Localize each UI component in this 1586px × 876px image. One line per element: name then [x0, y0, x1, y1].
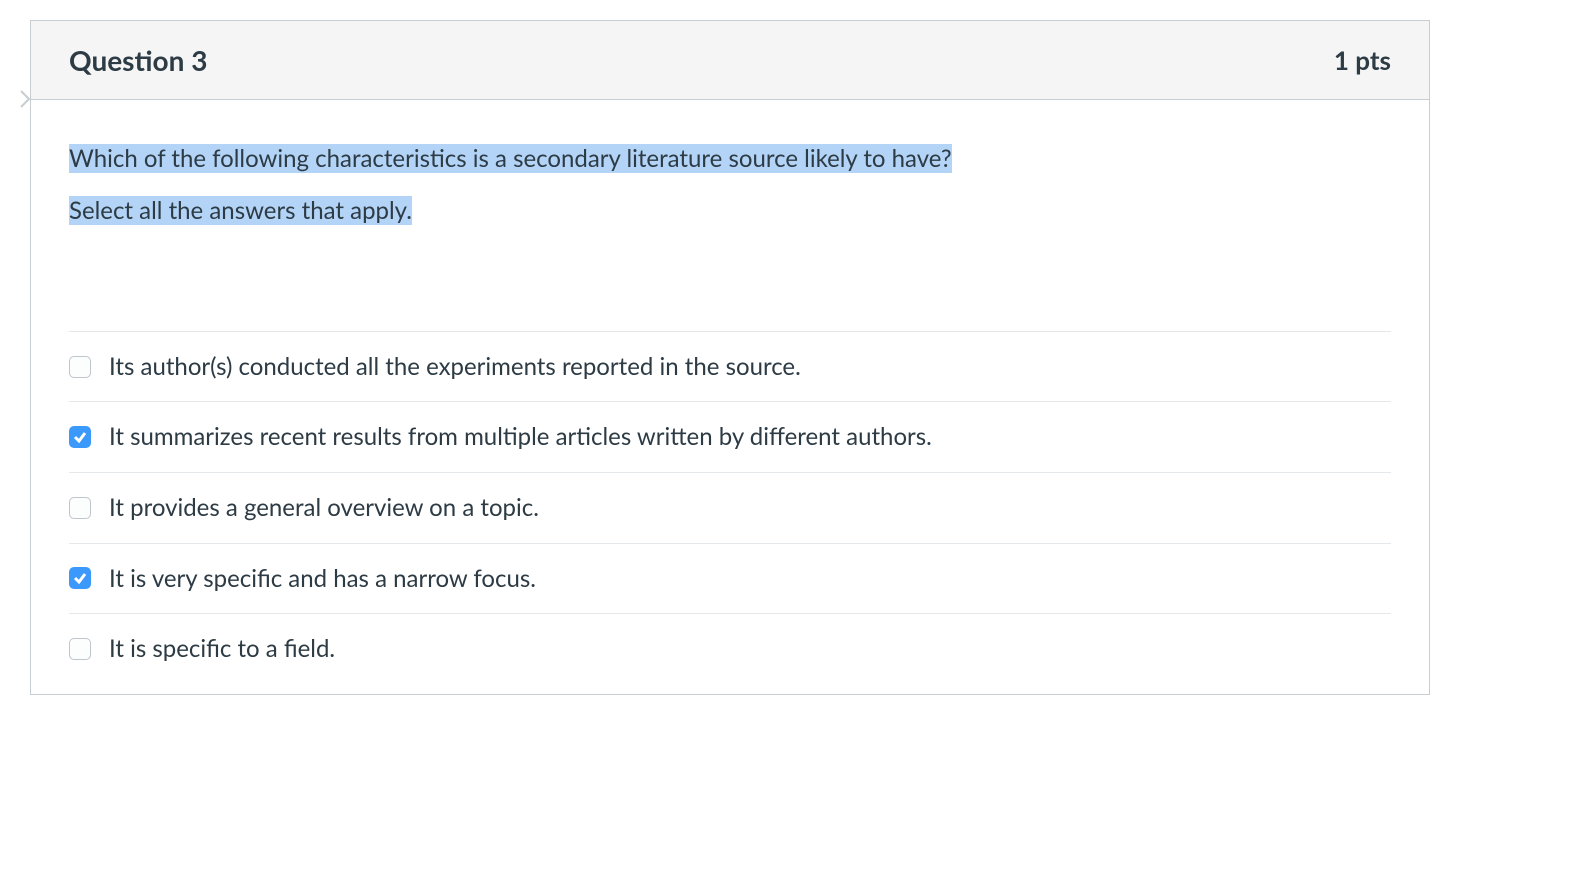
check-icon	[73, 571, 87, 585]
answer-label[interactable]: Its author(s) conducted all the experime…	[109, 350, 801, 384]
answer-option[interactable]: It provides a general overview on a topi…	[69, 472, 1391, 543]
checkbox[interactable]	[69, 567, 91, 589]
answer-option[interactable]: It summarizes recent results from multip…	[69, 401, 1391, 472]
answer-list: Its author(s) conducted all the experime…	[69, 331, 1391, 694]
question-title: Question 3	[69, 43, 207, 77]
answer-label[interactable]: It provides a general overview on a topi…	[109, 491, 539, 525]
check-icon	[73, 430, 87, 444]
answer-label[interactable]: It is specific to a field.	[109, 632, 335, 666]
question-header: Question 3 1 pts	[31, 21, 1429, 100]
stem-line-2: Select all the answers that apply.	[69, 196, 412, 225]
checkbox[interactable]	[69, 356, 91, 378]
answer-option[interactable]: It is very specific and has a narrow foc…	[69, 543, 1391, 614]
answer-option[interactable]: It is specific to a field.	[69, 613, 1391, 694]
question-stem: Which of the following characteristics i…	[69, 140, 1391, 231]
question-points: 1 pts	[1334, 44, 1391, 76]
chevron-right-icon	[20, 90, 30, 108]
checkbox[interactable]	[69, 497, 91, 519]
answer-label[interactable]: It summarizes recent results from multip…	[109, 420, 932, 454]
answer-option[interactable]: Its author(s) conducted all the experime…	[69, 331, 1391, 402]
checkbox[interactable]	[69, 638, 91, 660]
stem-line-1: Which of the following characteristics i…	[69, 144, 952, 173]
checkbox[interactable]	[69, 426, 91, 448]
question-card: Question 3 1 pts Which of the following …	[30, 20, 1430, 695]
question-body: Which of the following characteristics i…	[31, 100, 1429, 694]
answer-label[interactable]: It is very specific and has a narrow foc…	[109, 562, 536, 596]
quiz-wrapper: Question 3 1 pts Which of the following …	[20, 20, 1506, 695]
